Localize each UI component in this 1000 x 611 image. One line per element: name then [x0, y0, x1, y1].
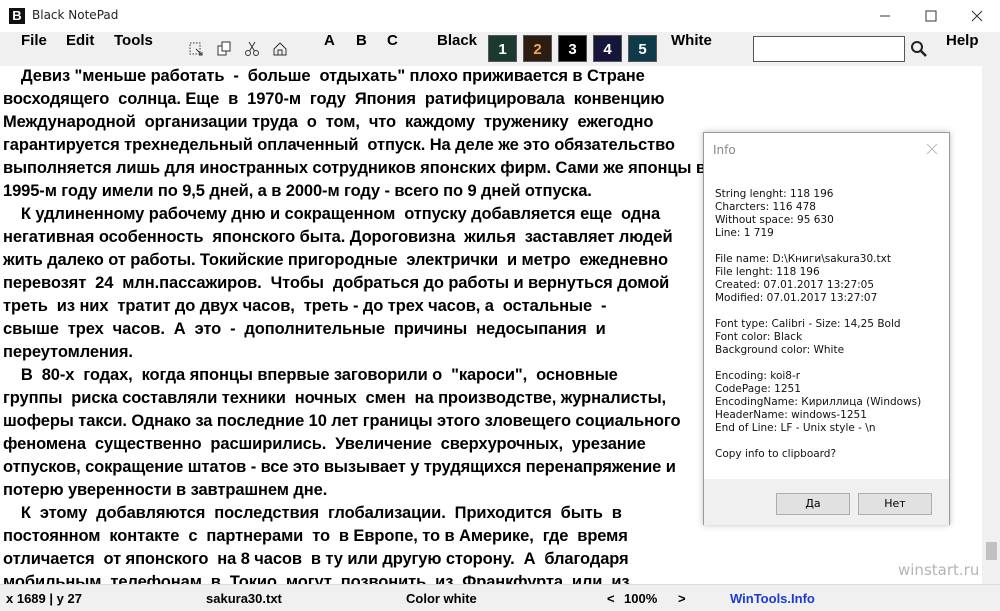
editor-line: треть из них тратит до двух часов, треть… — [3, 297, 607, 315]
info-line: Modified: 07.01.2017 13:27:07 — [715, 292, 878, 304]
zoom-in-button[interactable]: > — [678, 591, 686, 606]
editor-line: восходящего солнца. Еще в 1970-м году Яп… — [3, 90, 665, 108]
info-dialog: Info String lenght: 118 196 Charcters: 11… — [703, 132, 950, 525]
menu-edit[interactable]: Edit — [66, 32, 94, 66]
info-line: CodePage: 1251 — [715, 383, 801, 395]
copy-icon[interactable] — [216, 41, 232, 57]
dialog-footer: Да Нет — [704, 479, 949, 525]
info-line: Without space: 95 630 — [715, 214, 834, 226]
maximize-button[interactable] — [908, 0, 954, 32]
theme-3-button[interactable]: 3 — [558, 35, 587, 62]
info-line: Copy info to clipboard? — [715, 448, 837, 460]
editor-line: мобильным телефонам в Токио могут позвон… — [3, 573, 630, 584]
editor-line: потерю уверенности в завтрашнем дне. — [3, 481, 328, 499]
editor-line: феномена существенно расширились. Увелич… — [3, 435, 646, 453]
editor-line: перевозят 24 млн.пассажиров. Чтобы добра… — [3, 274, 670, 292]
theme-2-button[interactable]: 2 — [523, 35, 552, 62]
no-button[interactable]: Нет — [858, 493, 932, 515]
status-bar: x 1689 | y 27 sakura30.txt Color white <… — [0, 584, 1000, 611]
zoom-out-button[interactable]: < — [607, 591, 615, 606]
vertical-scrollbar[interactable] — [982, 66, 1000, 584]
minimize-button[interactable] — [862, 0, 908, 32]
menu-toolbar: File Edit Tools A B C Black 1 2 3 4 5 Wh… — [0, 32, 1000, 66]
editor-line: отличается от японского на 8 часов в ту … — [3, 550, 629, 568]
info-line: Created: 07.01.2017 13:27:05 — [715, 279, 875, 291]
font-c-button[interactable]: C — [387, 32, 398, 66]
info-line: String lenght: 118 196 — [715, 188, 834, 200]
close-button[interactable] — [954, 0, 1000, 32]
info-line: File lenght: 118 196 — [715, 266, 820, 278]
yes-button[interactable]: Да — [776, 493, 850, 515]
menu-tools[interactable]: Tools — [114, 32, 153, 66]
info-line: End of Line: LF - Unix style - \n — [715, 422, 876, 434]
info-line: File name: D:\Книги\sakura30.txt — [715, 253, 891, 265]
search-input[interactable] — [753, 36, 905, 62]
editor-line: переутомления. — [3, 343, 133, 361]
editor-line: группы риска составляли техники ночных с… — [3, 389, 667, 407]
editor-line: отпусков, сокращение штатов - все это вы… — [3, 458, 676, 476]
info-line: HeaderName: windows-1251 — [715, 409, 867, 421]
info-line: Charcters: 116 478 — [715, 201, 816, 213]
editor-line: К удлиненному рабочему дню и сокращенном… — [3, 205, 661, 223]
menu-file[interactable]: File — [21, 32, 47, 66]
editor-line: свыше трех часов. А это - дополнительные… — [3, 320, 606, 338]
close-icon — [971, 10, 983, 22]
editor-line: Девиз "меньше работать - больше отдыхать… — [3, 67, 645, 85]
scrollbar-thumb[interactable] — [986, 542, 997, 560]
dialog-title: Info — [713, 143, 736, 157]
info-line: Font type: Calibri - Size: 14,25 Bold — [715, 318, 901, 330]
paste-icon[interactable] — [272, 41, 288, 57]
info-line: EncodingName: Кириллица (Windows) — [715, 396, 922, 408]
editor-line: негативная особенность японского быта. Д… — [3, 228, 673, 246]
info-line: Background color: White — [715, 344, 845, 356]
editor-line: В 80-х годах, когда японцы впервые загов… — [3, 366, 618, 384]
cut-icon[interactable] — [244, 41, 260, 57]
wintools-link[interactable]: WinTools.Info — [730, 591, 815, 606]
menu-help[interactable]: Help — [946, 32, 979, 66]
info-line: Line: 1 719 — [715, 227, 774, 239]
editor-line: выполняется лишь для иностранных сотрудн… — [3, 159, 706, 177]
select-all-icon[interactable] — [188, 41, 204, 57]
editor-line: К этому добавляются последствия глобализ… — [3, 504, 622, 522]
white-theme-label[interactable]: White — [671, 32, 712, 66]
search-icon[interactable] — [910, 40, 928, 58]
zoom-level: 100% — [624, 591, 658, 606]
editor-line: 1995-м году имели по 9,5 дней, а в 2000-… — [3, 182, 592, 200]
status-color: Color white — [406, 591, 477, 606]
editor-line: шоферы такси. Однако за последние 10 лет… — [3, 412, 681, 430]
theme-1-button[interactable]: 1 — [488, 35, 517, 62]
editor-line: Международной организации труда о том, ч… — [3, 113, 654, 131]
window-title: Black NotePad — [32, 8, 119, 22]
watermark: winstart.ru — [898, 561, 980, 579]
editor-line: постоянном контакте с партнерами то в Ев… — [3, 527, 628, 545]
minimize-icon — [880, 15, 890, 17]
maximize-icon — [925, 10, 937, 22]
title-bar: B Black NotePad — [0, 0, 1000, 32]
font-a-button[interactable]: A — [324, 32, 335, 66]
info-line: Encoding: koi8-r — [715, 370, 801, 382]
cursor-position: x 1689 | y 27 — [6, 591, 82, 606]
font-b-button[interactable]: B — [356, 32, 367, 66]
status-filename: sakura30.txt — [206, 591, 282, 606]
theme-4-button[interactable]: 4 — [593, 35, 622, 62]
editor-line: жить далеко от работы. Токийские пригоро… — [3, 251, 668, 269]
black-theme-label[interactable]: Black — [437, 32, 477, 66]
dialog-close-icon[interactable] — [926, 143, 938, 155]
theme-5-button[interactable]: 5 — [628, 35, 657, 62]
editor-line: гарантируется трехнедельный оплаченный о… — [3, 136, 675, 154]
info-line: Font color: Black — [715, 331, 803, 343]
app-icon: B — [9, 8, 25, 24]
